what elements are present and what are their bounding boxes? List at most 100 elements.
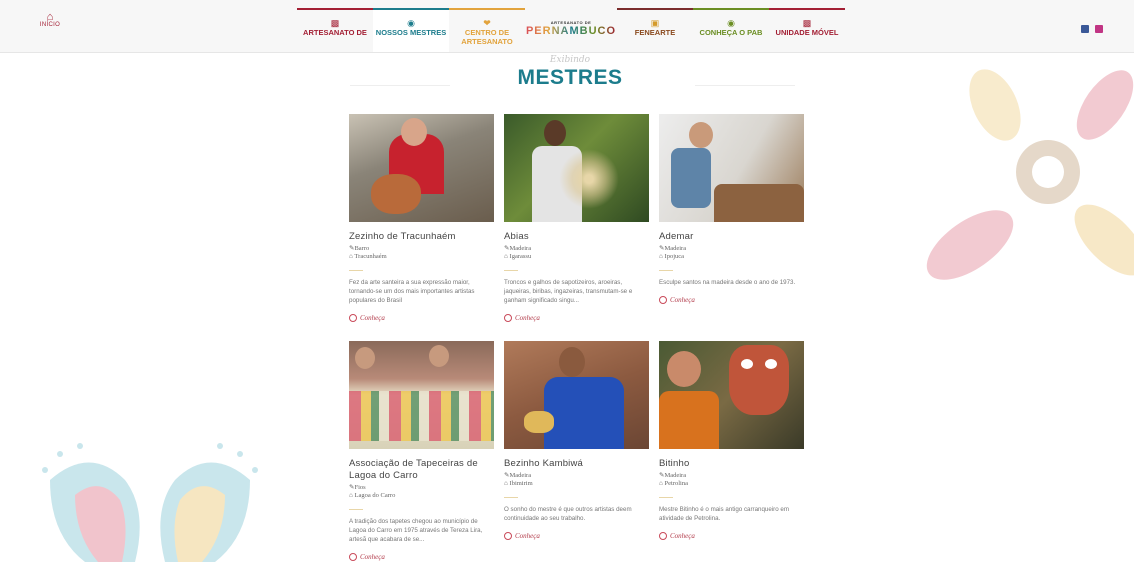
master-card[interactable]: Abias ✎Madeira ⌂ Igarassu Troncos e galh… (504, 114, 649, 322)
master-card[interactable]: Bitinho ✎Madeira ⌂ Petrolina Mestre Biti… (659, 341, 804, 540)
nav-item-label: ARTESANATO DE (303, 28, 367, 37)
arrow-circle-icon (504, 532, 512, 540)
arrow-circle-icon (504, 314, 512, 322)
master-meta: ✎Madeira ⌂ Ipojuca (659, 245, 804, 261)
home-icon: ⌂ (659, 253, 663, 260)
brand-logo[interactable]: ARTESANATO DE PERNAMBUCO (525, 8, 617, 52)
conheca-link[interactable]: Conheça (659, 532, 804, 540)
master-meta: ✎Madeira ⌂ Igarassu (504, 245, 649, 261)
master-meta: ✎Barro ⌂ Tracunhaém (349, 245, 494, 261)
master-card[interactable]: Bezinho Kambiwá ✎Madeira ⌂ Ibimirim O so… (504, 341, 649, 540)
master-card[interactable]: Associação de Tapeceiras de Lagoa do Car… (349, 341, 494, 561)
decorative-flower-right (926, 69, 1134, 280)
nav-item-label: FENEARTE (634, 28, 676, 37)
master-description: Fez da arte santeira a sua expressão mai… (349, 279, 475, 304)
master-photo[interactable] (659, 114, 804, 222)
city-label: Lagoa do Carro (354, 492, 396, 499)
card-divider (349, 270, 363, 271)
conheca-label: Conheça (360, 553, 385, 561)
logo-big-text: PERNAMBUCO (525, 25, 617, 37)
material-label: Madeira (664, 245, 687, 252)
nav-item-centro[interactable]: ❤ CENTRO DE ARTESANATO (449, 8, 525, 52)
master-description: A tradição dos tapetes chegou ao municíp… (349, 518, 483, 543)
master-photo[interactable] (504, 114, 649, 222)
conheca-link[interactable]: Conheça (659, 296, 804, 304)
master-photo[interactable] (659, 341, 804, 449)
pab-icon: ◉ (727, 18, 735, 28)
master-description: Mestre Bitinho é o mais antigo carranque… (659, 506, 790, 522)
arrow-circle-icon (659, 296, 667, 304)
conheca-link[interactable]: Conheça (349, 314, 494, 322)
master-meta: ✎Fios ⌂ Lagoa do Carro (349, 484, 494, 500)
material-label: Barro (354, 245, 370, 252)
nav-item-fenearte[interactable]: ▣ FENEARTE (617, 8, 693, 52)
home-icon: ⌂ (46, 11, 54, 23)
nav-item-label: UNIDADE MÓVEL (775, 28, 839, 37)
arrow-circle-icon (659, 532, 667, 540)
unidade-movel-icon: ▩ (802, 18, 812, 28)
title-divider-right (695, 85, 795, 86)
social-links (1081, 25, 1103, 33)
decorative-shape-left (42, 443, 258, 562)
arrow-circle-icon (349, 553, 357, 561)
master-meta: ✎Madeira ⌂ Ibimirim (504, 472, 649, 488)
master-description: Troncos e galhos de sapotizeiros, aroeir… (504, 279, 633, 304)
conheca-label: Conheça (670, 532, 695, 540)
master-name[interactable]: Zezinho de Tracunhaém (349, 231, 494, 243)
nav-item-pab[interactable]: ◉ CONHEÇA O PAB (693, 8, 769, 52)
facebook-icon[interactable] (1081, 25, 1089, 33)
nav-item-label: NOSSOS MESTRES (375, 28, 447, 37)
exhibit-label: Exibindo (549, 55, 591, 65)
nav-item-label: CENTRO DE ARTESANATO (461, 28, 513, 46)
master-name[interactable]: Bezinho Kambiwá (504, 458, 649, 470)
master-card[interactable]: Zezinho de Tracunhaém ✎Barro ⌂ Tracunhaé… (349, 114, 494, 322)
home-icon: ⌂ (349, 492, 353, 499)
conheca-link[interactable]: Conheça (349, 553, 494, 561)
material-label: Fios (354, 484, 366, 491)
nav-home[interactable]: ⌂ INÍCIO (38, 11, 62, 29)
mestres-icon: ◉ (407, 18, 415, 28)
material-label: Madeira (509, 245, 532, 252)
master-description: O sonho do mestre é que outros artistas … (504, 506, 632, 522)
artesanato-icon: ▩ (330, 18, 340, 28)
home-icon: ⌂ (659, 480, 663, 487)
conheca-label: Conheça (360, 314, 385, 322)
nav-item-mestres[interactable]: ◉ NOSSOS MESTRES (373, 8, 449, 52)
material-label: Madeira (664, 472, 687, 479)
master-name[interactable]: Abias (504, 231, 649, 243)
nav-items: ▩ ARTESANATO DE ◉ NOSSOS MESTRES ❤ CENTR… (297, 8, 845, 52)
master-name[interactable]: Bitinho (659, 458, 804, 470)
nav-item-unidade-movel[interactable]: ▩ UNIDADE MÓVEL (769, 8, 845, 52)
card-divider (504, 497, 518, 498)
nav-item-artesanato[interactable]: ▩ ARTESANATO DE (297, 8, 373, 52)
page-title: MESTRES (517, 66, 623, 89)
master-name[interactable]: Associação de Tapeceiras de Lagoa do Car… (349, 458, 494, 482)
city-label: Petrolina (664, 480, 688, 487)
card-divider (659, 270, 673, 271)
master-name[interactable]: Ademar (659, 231, 804, 243)
home-icon: ⌂ (504, 253, 508, 260)
card-divider (349, 509, 363, 510)
master-photo[interactable] (349, 114, 494, 222)
home-icon: ⌂ (504, 480, 508, 487)
conheca-link[interactable]: Conheça (504, 314, 649, 322)
conheca-link[interactable]: Conheça (504, 532, 649, 540)
city-label: Igarassu (509, 253, 532, 260)
master-card[interactable]: Ademar ✎Madeira ⌂ Ipojuca Esculpe santos… (659, 114, 804, 304)
instagram-icon[interactable] (1095, 25, 1103, 33)
master-description: Esculpe santos na madeira desde o ano de… (659, 279, 796, 286)
title-divider-left (350, 85, 450, 86)
home-icon: ⌂ (349, 253, 353, 260)
conheca-label: Conheça (515, 314, 540, 322)
nav-item-label: CONHEÇA O PAB (699, 28, 763, 37)
nav-home-label: INÍCIO (39, 22, 61, 28)
master-photo[interactable] (349, 341, 494, 449)
master-meta: ✎Madeira ⌂ Petrolina (659, 472, 804, 488)
master-photo[interactable] (504, 341, 649, 449)
conheca-label: Conheça (515, 532, 540, 540)
card-divider (504, 270, 518, 271)
material-label: Madeira (509, 472, 532, 479)
city-label: Ibimirim (509, 480, 533, 487)
top-navigation-bar: ⌂ INÍCIO ▩ ARTESANATO DE ◉ NOSSOS MESTRE… (0, 0, 1134, 53)
card-divider (659, 497, 673, 498)
